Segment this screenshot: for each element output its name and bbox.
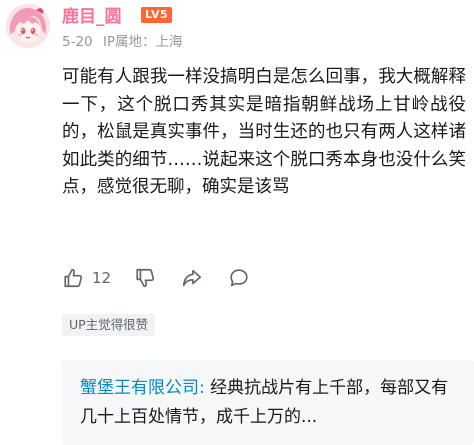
level-badge: LV5 <box>141 7 173 23</box>
dislike-button[interactable] <box>134 266 156 290</box>
share-icon <box>181 267 203 289</box>
comment-meta: 5-20 IP属地：上海 <box>62 33 189 51</box>
ip-location: IP属地：上海 <box>102 34 183 50</box>
anime-girl-avatar-icon <box>6 4 50 48</box>
reply-preview[interactable]: 蟹堡王有限公司: 经典抗战片有上千部，每部又有几十上百处情节，成千上万的... <box>62 360 474 445</box>
thumbs-down-icon <box>134 267 156 289</box>
avatar[interactable] <box>6 4 50 48</box>
share-button[interactable] <box>181 266 203 290</box>
comment-date: 5-20 <box>62 34 93 50</box>
reply-button[interactable] <box>228 266 250 290</box>
thumbs-up-icon <box>62 267 84 289</box>
comment-icon <box>228 267 250 289</box>
reply-text-block: 蟹堡王有限公司: 经典抗战片有上千部，每部又有几十上百处情节，成千上万的... <box>80 374 464 432</box>
like-button[interactable]: 12 <box>62 266 111 290</box>
like-count: 12 <box>92 269 112 287</box>
up-liked-tag: UP主觉得很赞 <box>62 314 156 336</box>
comment-username[interactable]: 鹿目_圆 <box>62 6 122 28</box>
reply-username[interactable]: 蟹堡王有限公司: <box>80 378 205 398</box>
comment-text: 可能有人跟我一样没搞明白是怎么回事，我大概解释一下，这个脱口秀其实是暗指朝鲜战场… <box>62 67 466 197</box>
